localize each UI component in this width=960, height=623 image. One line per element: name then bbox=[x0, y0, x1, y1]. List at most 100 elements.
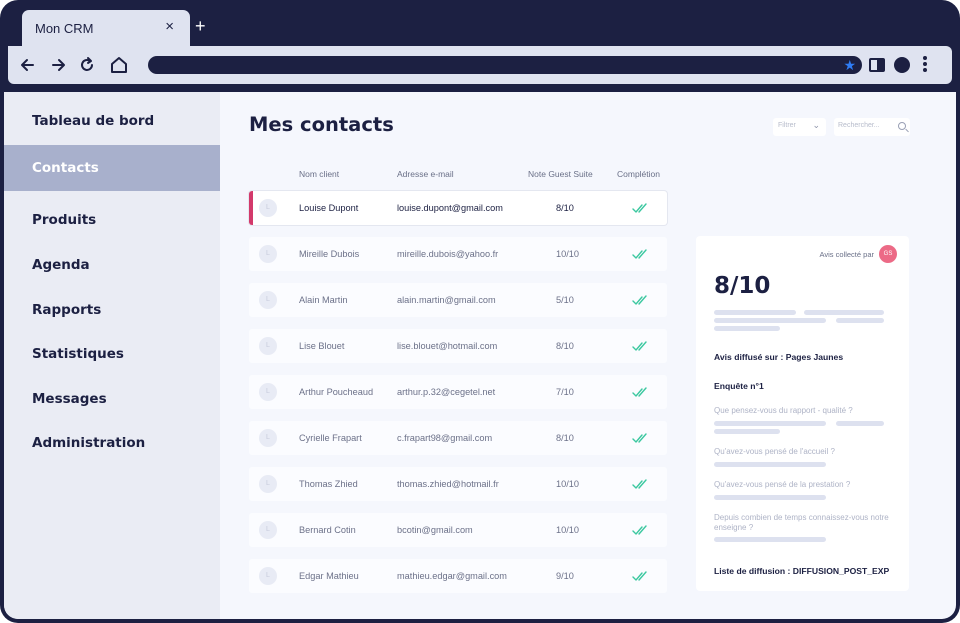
browser-menu-icon[interactable] bbox=[922, 55, 928, 75]
contact-email: thomas.zhied@hotmail.fr bbox=[397, 479, 499, 489]
column-header-email[interactable]: Adresse e-mail bbox=[397, 169, 454, 179]
filter-label: Filtrer bbox=[778, 122, 796, 129]
survey-question: Que pensez-vous du rapport - qualité ? bbox=[714, 406, 853, 415]
sidebar: Tableau de bord Contacts Produits Agenda… bbox=[4, 92, 220, 619]
avatar: L bbox=[259, 521, 277, 539]
review-score: 8/10 bbox=[714, 273, 771, 299]
contact-name: Bernard Cotin bbox=[299, 525, 356, 535]
bookmark-star-icon[interactable]: ★ bbox=[843, 57, 856, 73]
guest-suite-logo: GS bbox=[879, 245, 897, 263]
review-detail-card: Avis collecté par GS 8/10 Avis diffusé s… bbox=[696, 236, 909, 591]
home-icon[interactable] bbox=[109, 55, 129, 75]
contact-email: c.frapart98@gmail.com bbox=[397, 433, 493, 443]
contact-name: Edgar Mathieu bbox=[299, 571, 359, 581]
double-check-icon bbox=[632, 387, 647, 397]
contact-email: louise.dupont@gmail.com bbox=[397, 203, 503, 213]
avatar: L bbox=[259, 245, 277, 263]
sidebar-item-contacts[interactable]: Contacts bbox=[4, 145, 220, 191]
double-check-icon bbox=[632, 203, 647, 213]
placeholder-line bbox=[714, 310, 796, 315]
sidebar-item-statistics[interactable]: Statistiques bbox=[4, 331, 220, 377]
placeholder-line bbox=[714, 318, 826, 323]
contact-name: Thomas Zhied bbox=[299, 479, 358, 489]
sidebar-item-dashboard[interactable]: Tableau de bord bbox=[4, 98, 220, 144]
collected-by-label: Avis collecté par bbox=[819, 250, 874, 259]
diffused-on-label: Avis diffusé sur : Pages Jaunes bbox=[714, 352, 844, 362]
profile-avatar-icon[interactable] bbox=[894, 57, 910, 73]
contact-rating: 10/10 bbox=[556, 479, 579, 489]
search-icon bbox=[898, 122, 906, 130]
column-header-rating[interactable]: Note Guest Suite bbox=[528, 169, 593, 179]
survey-title: Enquête n°1 bbox=[714, 381, 764, 391]
sidebar-item-agenda[interactable]: Agenda bbox=[4, 242, 220, 288]
tab-close-icon[interactable]: × bbox=[165, 18, 174, 35]
side-panel-icon[interactable] bbox=[869, 58, 885, 72]
answer-placeholder bbox=[714, 537, 826, 542]
filter-dropdown[interactable]: Filtrer ⌄ bbox=[773, 118, 826, 136]
browser-window: Mon CRM × + ★ Tableau de bord Contacts P… bbox=[0, 0, 960, 623]
contact-rating: 7/10 bbox=[556, 387, 574, 397]
table-row[interactable]: L Alain Martin alain.martin@gmail.com 5/10 bbox=[249, 283, 667, 317]
sidebar-item-administration[interactable]: Administration bbox=[4, 420, 220, 466]
answer-placeholder bbox=[714, 462, 826, 467]
survey-question: Qu'avez-vous pensé de l'accueil ? bbox=[714, 447, 835, 456]
double-check-icon bbox=[632, 341, 647, 351]
table-row[interactable]: L Thomas Zhied thomas.zhied@hotmail.fr 10/1… bbox=[249, 467, 667, 501]
crm-page: Tableau de bord Contacts Produits Agenda… bbox=[4, 92, 956, 619]
placeholder-line bbox=[804, 310, 884, 315]
contact-email: arthur.p.32@cegetel.net bbox=[397, 387, 496, 397]
contact-email: mireille.dubois@yahoo.fr bbox=[397, 249, 499, 259]
column-header-completion[interactable]: Complétion bbox=[617, 169, 660, 179]
table-row[interactable]: L Arthur Poucheaud arthur.p.32@cegetel.net… bbox=[249, 375, 667, 409]
answer-placeholder bbox=[714, 429, 780, 434]
contact-name: Cyrielle Frapart bbox=[299, 433, 362, 443]
answer-placeholder bbox=[836, 421, 884, 426]
double-check-icon bbox=[632, 295, 647, 305]
contact-email: mathieu.edgar@gmail.com bbox=[397, 571, 507, 581]
sidebar-item-reports[interactable]: Rapports bbox=[4, 287, 220, 333]
table-row[interactable]: L Mireille Dubois mireille.dubois@yahoo.fr… bbox=[249, 237, 667, 271]
survey-question: Depuis combien de temps connaissez-vous … bbox=[714, 513, 889, 532]
table-row[interactable]: L Louise Dupont louise.dupont@gmail.com 8/1… bbox=[249, 191, 667, 225]
avatar: L bbox=[259, 475, 277, 493]
forward-arrow-icon[interactable] bbox=[48, 55, 68, 75]
placeholder-line bbox=[714, 326, 780, 331]
selected-row-indicator bbox=[249, 191, 253, 225]
table-row[interactable]: L Lise Blouet lise.blouet@hotmail.com 8/10 bbox=[249, 329, 667, 363]
tab-title: Mon CRM bbox=[35, 21, 94, 36]
browser-tab[interactable]: Mon CRM × bbox=[22, 10, 190, 46]
back-arrow-icon[interactable] bbox=[18, 55, 38, 75]
browser-toolbar: ★ bbox=[8, 46, 952, 84]
contact-rating: 8/10 bbox=[556, 203, 574, 213]
chevron-down-icon: ⌄ bbox=[812, 120, 820, 130]
avatar: L bbox=[259, 337, 277, 355]
contact-email: lise.blouet@hotmail.com bbox=[397, 341, 498, 351]
contact-name: Lise Blouet bbox=[299, 341, 345, 351]
double-check-icon bbox=[632, 479, 647, 489]
double-check-icon bbox=[632, 433, 647, 443]
column-header-name[interactable]: Nom client bbox=[299, 169, 339, 179]
contact-rating: 5/10 bbox=[556, 295, 574, 305]
avatar: L bbox=[259, 429, 277, 447]
sidebar-item-products[interactable]: Produits bbox=[4, 197, 220, 243]
table-row[interactable]: L Edgar Mathieu mathieu.edgar@gmail.com 9/1… bbox=[249, 559, 667, 593]
contact-name: Alain Martin bbox=[299, 295, 348, 305]
survey-question: Qu'avez-vous pensé de la prestation ? bbox=[714, 480, 851, 489]
search-input[interactable]: Rechercher... bbox=[834, 118, 910, 136]
avatar: L bbox=[259, 383, 277, 401]
contact-name: Arthur Poucheaud bbox=[299, 387, 374, 397]
address-bar[interactable]: ★ bbox=[148, 56, 862, 74]
contact-name: Mireille Dubois bbox=[299, 249, 360, 259]
contact-name: Louise Dupont bbox=[299, 203, 359, 213]
sidebar-item-messages[interactable]: Messages bbox=[4, 376, 220, 422]
table-row[interactable]: L Bernard Cotin bcotin@gmail.com 10/10 bbox=[249, 513, 667, 547]
page-title: Mes contacts bbox=[249, 113, 394, 136]
reload-icon[interactable] bbox=[77, 55, 97, 75]
new-tab-button[interactable]: + bbox=[195, 16, 206, 36]
table-row[interactable]: L Cyrielle Frapart c.frapart98@gmail.com 8/… bbox=[249, 421, 667, 455]
avatar: L bbox=[259, 291, 277, 309]
contact-rating: 8/10 bbox=[556, 433, 574, 443]
search-placeholder: Rechercher... bbox=[838, 122, 880, 129]
contact-email: alain.martin@gmail.com bbox=[397, 295, 496, 305]
answer-placeholder bbox=[714, 421, 826, 426]
